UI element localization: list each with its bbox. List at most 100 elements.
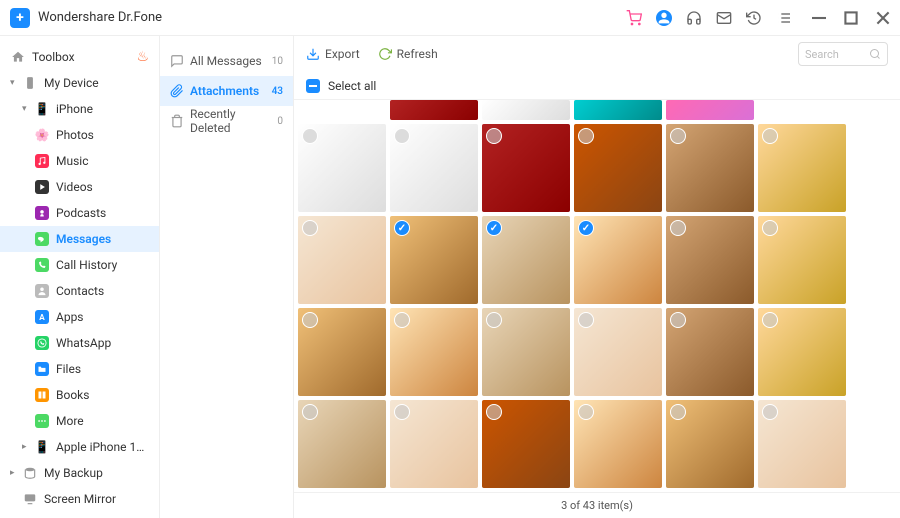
thumbnail-item[interactable] <box>482 216 570 304</box>
thumbnail-item[interactable] <box>758 124 846 212</box>
sidebar-item-apps[interactable]: A Apps <box>0 304 159 330</box>
thumbnail-checkbox[interactable] <box>578 312 594 328</box>
toolbar: Export Refresh Search <box>294 36 900 72</box>
device-icon <box>22 75 38 91</box>
thumbnail-checkbox[interactable] <box>394 404 410 420</box>
thumbnail-checkbox[interactable] <box>486 312 502 328</box>
thumbnail-item[interactable] <box>574 400 662 488</box>
sidebar-item-books[interactable]: Books <box>0 382 159 408</box>
close-button[interactable] <box>876 11 890 25</box>
thumbnail-checkbox[interactable] <box>486 220 502 236</box>
thumbnail-checkbox[interactable] <box>762 312 778 328</box>
thumbnail-checkbox[interactable] <box>394 128 410 144</box>
thumbnail-item[interactable] <box>390 124 478 212</box>
export-button[interactable]: Export <box>306 47 360 61</box>
export-icon <box>306 47 320 61</box>
thumbnail-item[interactable] <box>390 400 478 488</box>
thumbnail-checkbox[interactable] <box>302 312 318 328</box>
sidebar-item-my-backup[interactable]: ▸ My Backup <box>0 460 159 486</box>
call-icon <box>34 257 50 273</box>
sidebar-item-music[interactable]: Music <box>0 148 159 174</box>
thumbnail-item[interactable] <box>390 216 478 304</box>
thumbnail-item[interactable] <box>390 100 478 120</box>
thumbnail-item[interactable] <box>758 308 846 396</box>
sidebar-item-screen-mirror[interactable]: Screen Mirror <box>0 486 159 512</box>
sidebar-item-toolbox[interactable]: Toolbox ♨ <box>0 44 159 70</box>
sidebar-item-iphone12[interactable]: ▸ 📱 Apple iPhone 12 ... <box>0 434 159 460</box>
thumbnail-item[interactable] <box>666 216 754 304</box>
thumbnail-item[interactable] <box>574 100 662 120</box>
home-icon <box>10 49 26 65</box>
sidebar-item-files[interactable]: Files <box>0 356 159 382</box>
thumbnail-checkbox[interactable] <box>394 312 410 328</box>
thumbnail-item[interactable] <box>574 216 662 304</box>
thumbnail-checkbox[interactable] <box>302 404 318 420</box>
menu-list-icon[interactable] <box>776 10 792 26</box>
category-attachments[interactable]: Attachments 43 <box>160 76 293 106</box>
thumbnail-item[interactable] <box>574 308 662 396</box>
thumbnail-item[interactable] <box>482 124 570 212</box>
caret-right-icon: ▸ <box>22 442 32 452</box>
sidebar-item-messages[interactable]: Messages <box>0 226 159 252</box>
search-input[interactable]: Search <box>798 42 888 66</box>
app-logo-icon: + <box>10 8 30 28</box>
thumbnail-item[interactable] <box>666 124 754 212</box>
thumbnail-item[interactable] <box>758 216 846 304</box>
thumbnail-checkbox[interactable] <box>670 312 686 328</box>
thumbnail-item[interactable] <box>390 308 478 396</box>
sidebar-item-podcasts[interactable]: Podcasts <box>0 200 159 226</box>
headset-icon[interactable] <box>686 10 702 26</box>
category-recently-deleted[interactable]: Recently Deleted 0 <box>160 106 293 136</box>
thumbnail-item[interactable] <box>298 124 386 212</box>
category-all-messages[interactable]: All Messages 10 <box>160 46 293 76</box>
thumbnail-grid <box>294 100 900 492</box>
sidebar-item-contacts[interactable]: Contacts <box>0 278 159 304</box>
sidebar-item-iphone[interactable]: ▾ 📱 iPhone <box>0 96 159 122</box>
thumbnail-checkbox[interactable] <box>670 128 686 144</box>
thumbnail-checkbox[interactable] <box>762 220 778 236</box>
thumbnail-checkbox[interactable] <box>302 128 318 144</box>
thumbnail-checkbox[interactable] <box>486 128 502 144</box>
sidebar-item-videos[interactable]: Videos <box>0 174 159 200</box>
thumbnail-checkbox[interactable] <box>670 404 686 420</box>
thumbnail-checkbox[interactable] <box>578 220 594 236</box>
titlebar-actions <box>626 10 792 26</box>
thumbnail-checkbox[interactable] <box>486 404 502 420</box>
phone-icon: 📱 <box>34 101 50 117</box>
thumbnail-checkbox[interactable] <box>302 220 318 236</box>
thumbnail-item[interactable] <box>574 124 662 212</box>
sidebar-item-photos[interactable]: 🌸 Photos <box>0 122 159 148</box>
user-icon[interactable] <box>656 10 672 26</box>
thumbnail-item[interactable] <box>666 100 754 120</box>
thumbnail-checkbox[interactable] <box>578 128 594 144</box>
videos-icon <box>34 179 50 195</box>
sidebar-item-call-history[interactable]: Call History <box>0 252 159 278</box>
select-all-checkbox[interactable] <box>306 79 320 93</box>
thumbnail-checkbox[interactable] <box>762 404 778 420</box>
cart-icon[interactable] <box>626 10 642 26</box>
thumbnail-checkbox[interactable] <box>578 404 594 420</box>
thumbnail-item[interactable] <box>298 400 386 488</box>
thumbnail-checkbox[interactable] <box>762 128 778 144</box>
thumbnail-item[interactable] <box>666 400 754 488</box>
thumbnail-item[interactable] <box>298 308 386 396</box>
thumbnail-item[interactable] <box>482 100 570 120</box>
refresh-button[interactable]: Refresh <box>378 47 438 61</box>
sidebar-item-whatsapp[interactable]: WhatsApp <box>0 330 159 356</box>
mail-icon[interactable] <box>716 10 732 26</box>
thumbnail-item[interactable] <box>298 216 386 304</box>
thumbnail-checkbox[interactable] <box>670 220 686 236</box>
thumbnail-item[interactable] <box>758 400 846 488</box>
photos-icon: 🌸 <box>34 127 50 143</box>
history-icon[interactable] <box>746 10 762 26</box>
sidebar-item-more[interactable]: More <box>0 408 159 434</box>
minimize-button[interactable] <box>812 11 826 25</box>
thumbnail-checkbox[interactable] <box>394 220 410 236</box>
sidebar-item-phone-companion[interactable]: Phone Companion <box>0 512 159 518</box>
thumbnail-item[interactable] <box>666 308 754 396</box>
thumbnail-item[interactable] <box>482 308 570 396</box>
maximize-button[interactable] <box>844 11 858 25</box>
mirror-icon <box>22 491 38 507</box>
sidebar-item-my-device[interactable]: ▾ My Device <box>0 70 159 96</box>
thumbnail-item[interactable] <box>482 400 570 488</box>
